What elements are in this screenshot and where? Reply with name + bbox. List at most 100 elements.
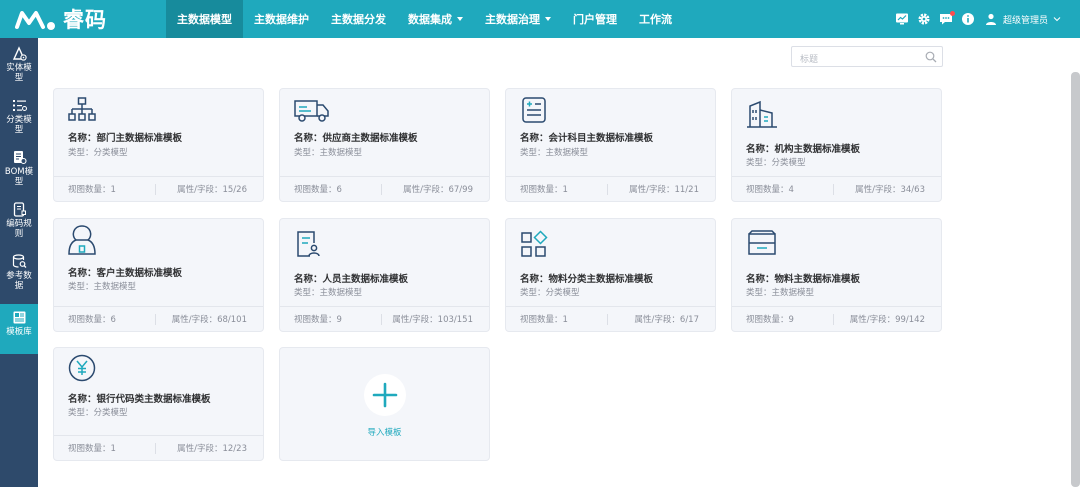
card-name: 名称：机构主数据标准模板 [746, 144, 861, 155]
nav-label: 数据集成 [408, 13, 452, 26]
sidebar-item-code-rule[interactable]: 编码规则 [0, 196, 38, 246]
view-count: 视图数量：1 [520, 185, 568, 195]
nav-item-workflow[interactable]: 工作流 [628, 0, 683, 38]
template-card[interactable]: 名称：部门主数据标准模板 类型：分类模型 视图数量：1 属性/字段：15/26 [53, 88, 264, 202]
nav-item-master-data-governance[interactable]: 主数据治理 [474, 0, 562, 38]
sidebar-item-label: BOM模型 [4, 167, 34, 187]
org-chart-icon [68, 96, 96, 124]
template-card[interactable]: 名称：人员主数据标准模板 类型：主数据模型 视图数量：9 属性/字段：103/1… [279, 218, 490, 332]
card-type: 类型：分类模型 [68, 148, 128, 158]
sidebar-item-label: 模板库 [6, 327, 32, 337]
sidebar-item-label: 编码规则 [6, 219, 32, 239]
header-tools: 超级管理员 [887, 0, 1067, 38]
caret-down-icon [545, 17, 551, 21]
monitor-icon[interactable] [895, 12, 909, 26]
template-library-icon [13, 311, 25, 324]
field-count: 属性/字段：67/99 [403, 185, 473, 195]
sidebar-item-label: 参考数据 [6, 271, 32, 291]
chevron-down-icon [1053, 17, 1061, 22]
info-icon[interactable] [961, 12, 975, 26]
person-doc-icon [294, 230, 322, 258]
sidebar-item-label: 实体模型 [6, 63, 32, 83]
card-type: 类型：主数据模型 [520, 148, 589, 158]
gear-icon[interactable] [917, 12, 931, 26]
building-icon [746, 100, 778, 128]
ledger-icon [520, 96, 548, 124]
sidebar-item-label: 分类模型 [6, 115, 32, 135]
entity-icon [12, 46, 27, 61]
card-name: 名称：物料主数据标准模板 [746, 274, 861, 285]
view-count: 视图数量：6 [294, 185, 342, 195]
card-footer: 视图数量：6 属性/字段：68/101 [54, 306, 263, 331]
nav-item-master-data-distribution[interactable]: 主数据分发 [320, 0, 397, 38]
reference-data-icon [12, 254, 26, 268]
user-icon [985, 13, 996, 25]
message-icon[interactable] [939, 11, 955, 26]
sidebar-item-bom-model[interactable]: BOM模型 [0, 144, 38, 194]
category-icon [12, 100, 27, 111]
view-count: 视图数量：1 [68, 185, 116, 195]
plus-icon [364, 374, 406, 416]
yen-icon [68, 354, 96, 382]
sidebar: 实体模型 分类模型 BOM模型 编码规则 参考数据 模板库 [0, 38, 38, 487]
nav-item-master-data-model[interactable]: 主数据模型 [166, 0, 243, 38]
user-menu[interactable]: 超级管理员 [985, 13, 1067, 26]
sidebar-item-reference-data[interactable]: 参考数据 [0, 248, 38, 298]
card-footer: 视图数量：9 属性/字段：99/142 [732, 306, 941, 331]
template-card[interactable]: 名称：会计科目主数据标准模板 类型：主数据模型 视图数量：1 属性/字段：11/… [505, 88, 716, 202]
sidebar-item-entity-model[interactable]: 实体模型 [0, 40, 38, 90]
card-type: 类型：主数据模型 [746, 288, 815, 298]
card-type: 类型：分类模型 [68, 408, 128, 418]
bom-icon [13, 151, 27, 165]
template-card[interactable]: 名称：客户主数据标准模板 类型：主数据模型 视图数量：6 属性/字段：68/10… [53, 218, 264, 332]
search-icon[interactable] [925, 51, 937, 63]
card-footer: 视图数量：9 属性/字段：103/151 [280, 306, 489, 331]
template-card[interactable]: 名称：供应商主数据标准模板 类型：主数据模型 视图数量：6 属性/字段：67/9… [279, 88, 490, 202]
inbox-icon [746, 230, 778, 258]
card-type: 类型：主数据模型 [68, 282, 137, 292]
template-card[interactable]: 名称：物料分类主数据标准模板 类型：分类模型 视图数量：1 属性/字段：6/17 [505, 218, 716, 332]
field-count: 属性/字段：103/151 [392, 315, 473, 325]
card-footer: 视图数量：6 属性/字段：67/99 [280, 176, 489, 201]
import-template-label: 导入模板 [367, 428, 402, 438]
template-card[interactable]: 名称：机构主数据标准模板 类型：分类模型 视图数量：4 属性/字段：34/63 [731, 88, 942, 202]
nav-label: 门户管理 [573, 13, 617, 26]
nav-label: 主数据分发 [331, 13, 386, 26]
sidebar-item-template-library[interactable]: 模板库 [0, 304, 38, 354]
nav-item-data-integration[interactable]: 数据集成 [397, 0, 474, 38]
template-card[interactable]: 名称：银行代码类主数据标准模板 类型：分类模型 视图数量：1 属性/字段：12/… [53, 347, 264, 461]
search-box [791, 46, 943, 70]
sidebar-item-category-model[interactable]: 分类模型 [0, 92, 38, 142]
field-count: 属性/字段：68/101 [171, 315, 247, 325]
card-name: 名称：部门主数据标准模板 [68, 133, 183, 144]
logo[interactable]: 睿码 [13, 5, 107, 33]
field-count: 属性/字段：11/21 [629, 185, 699, 195]
nav-label: 主数据维护 [254, 13, 309, 26]
code-rule-icon [13, 202, 26, 217]
card-type: 类型：分类模型 [520, 288, 580, 298]
search-input[interactable] [792, 50, 917, 70]
card-footer: 视图数量：4 属性/字段：34/63 [732, 176, 941, 201]
import-template-button[interactable]: 导入模板 [279, 347, 490, 461]
view-count: 视图数量：4 [746, 185, 794, 195]
nav-label: 工作流 [639, 13, 672, 26]
notification-dot [949, 11, 955, 16]
nav-item-portal-management[interactable]: 门户管理 [562, 0, 628, 38]
card-footer: 视图数量：1 属性/字段：6/17 [506, 306, 715, 331]
scrollbar[interactable] [1071, 72, 1080, 487]
view-count: 视图数量：1 [520, 315, 568, 325]
template-card[interactable]: 名称：物料主数据标准模板 类型：主数据模型 视图数量：9 属性/字段：99/14… [731, 218, 942, 332]
card-type: 类型：主数据模型 [294, 148, 363, 158]
nav-label: 主数据治理 [485, 13, 540, 26]
card-name: 名称：会计科目主数据标准模板 [520, 133, 654, 144]
customer-icon [68, 224, 96, 256]
card-name: 名称：物料分类主数据标准模板 [520, 274, 654, 285]
card-name: 名称：银行代码类主数据标准模板 [68, 394, 211, 405]
nav-item-master-data-maintenance[interactable]: 主数据维护 [243, 0, 320, 38]
card-name: 名称：客户主数据标准模板 [68, 268, 183, 279]
card-type: 类型：分类模型 [746, 158, 806, 168]
card-footer: 视图数量：1 属性/字段：12/23 [54, 435, 263, 460]
view-count: 视图数量：9 [294, 315, 342, 325]
card-type: 类型：主数据模型 [294, 288, 363, 298]
truck-icon [294, 96, 330, 124]
